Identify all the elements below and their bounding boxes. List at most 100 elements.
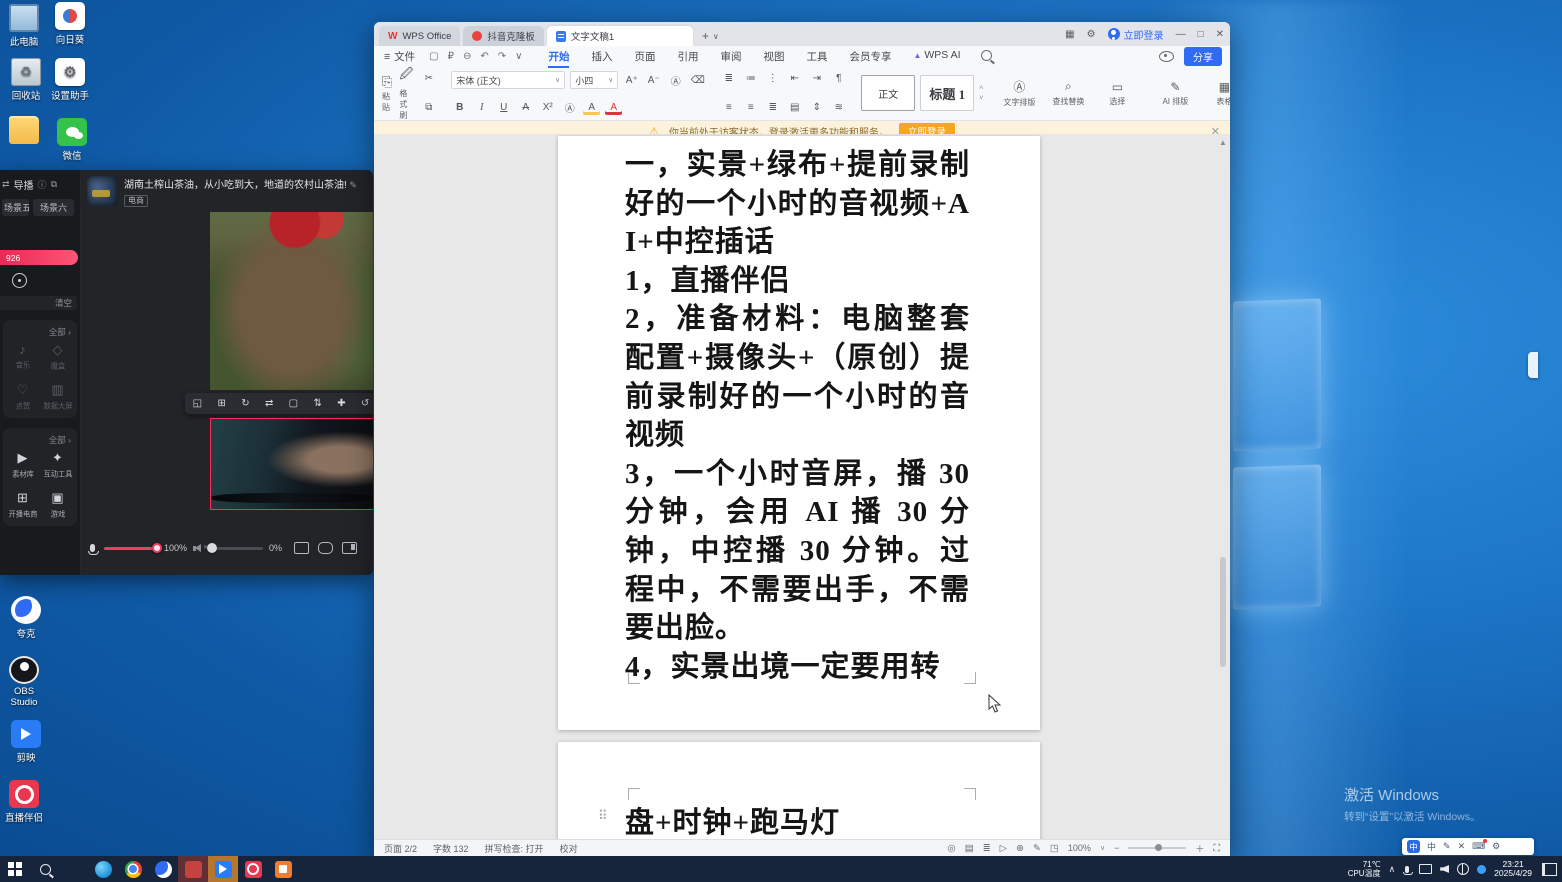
preview-canvas[interactable]: ◱ ⊞ ↻ ⇄ ▢ ⇅ ✚ ↺ bbox=[81, 210, 373, 523]
speaker-volume-slider[interactable] bbox=[209, 547, 263, 550]
alignment-button[interactable]: ≡ bbox=[720, 100, 737, 115]
share-button[interactable]: 分享 bbox=[1184, 47, 1222, 66]
desktop-icon-jianying[interactable]: 剪映 bbox=[2, 720, 50, 764]
status-proofread[interactable]: 校对 bbox=[560, 842, 578, 855]
quick-access-icon[interactable]: ↷ bbox=[498, 51, 506, 62]
notification-center-icon[interactable] bbox=[1542, 863, 1557, 876]
zoom-slider[interactable] bbox=[1128, 847, 1186, 850]
document-page-1[interactable]: 一，实景+绿布+提前录制好的一个小时的音视频+AI+中控插话1，直播伴侣2，准备… bbox=[558, 136, 1040, 730]
video-source-top[interactable] bbox=[210, 212, 373, 390]
ribbon-menu-item[interactable]: 工具 bbox=[806, 49, 827, 64]
quick-access-icon[interactable]: ∨ bbox=[515, 51, 522, 62]
alignment-button[interactable]: ▤ bbox=[786, 100, 803, 115]
scrollbar-thumb[interactable] bbox=[1220, 557, 1226, 667]
crop-tool-icon[interactable]: ↻ bbox=[241, 398, 249, 409]
stream-tool[interactable]: ♪ 音乐 bbox=[5, 342, 40, 372]
ribbon-menu-item[interactable]: 插入 bbox=[591, 49, 612, 64]
speaker-muted-icon[interactable] bbox=[193, 544, 203, 553]
ime-tool-icon[interactable]: ✎ bbox=[1443, 841, 1451, 852]
crop-tool-icon[interactable]: ↺ bbox=[361, 398, 369, 409]
settings-gear-icon[interactable]: ⚙ bbox=[1087, 29, 1096, 40]
document-paragraph[interactable]: 盘+时钟+跑马灯 bbox=[625, 804, 970, 840]
stream-tool[interactable]: ▶ 素材库 bbox=[5, 450, 40, 480]
alignment-button[interactable]: ⇕ bbox=[808, 100, 825, 115]
ribbon-menu-item[interactable]: 引用 bbox=[677, 49, 698, 64]
toolbar-labeled-button[interactable]: ▭ 选择 bbox=[1095, 80, 1139, 107]
layout-icon[interactable]: ▦ bbox=[1065, 29, 1074, 40]
menu-search[interactable] bbox=[981, 50, 992, 64]
section-all-link[interactable]: 全部 › bbox=[5, 324, 75, 342]
ribbon-menu-item[interactable]: 视图 bbox=[763, 49, 784, 64]
cut-button[interactable]: ✂ bbox=[420, 71, 437, 86]
crop-tool-icon[interactable]: ⇄ bbox=[265, 398, 273, 409]
quick-access-icon[interactable]: ₽ bbox=[448, 51, 454, 62]
ime-logo[interactable]: 中 bbox=[1407, 840, 1420, 853]
close-button[interactable]: ✕ bbox=[1216, 29, 1224, 40]
font-style-button[interactable]: B bbox=[451, 100, 468, 115]
taskbar-chrome[interactable] bbox=[118, 856, 148, 882]
list-indent-button[interactable]: ⇥ bbox=[808, 71, 825, 86]
quick-access-icon[interactable]: ▢ bbox=[429, 51, 438, 62]
list-indent-button[interactable]: ⋮ bbox=[764, 71, 781, 86]
tab-wps-home[interactable]: W WPS Office bbox=[379, 26, 460, 46]
desktop-icon-recycle-bin[interactable]: ♻ 回收站 bbox=[2, 58, 50, 102]
list-indent-button[interactable]: ¶ bbox=[830, 71, 847, 86]
start-button[interactable] bbox=[0, 856, 30, 882]
style-normal[interactable]: 正文 bbox=[861, 75, 915, 111]
document-scrollbar[interactable]: ▲ bbox=[1218, 138, 1228, 836]
alignment-button[interactable]: ≣ bbox=[764, 100, 781, 115]
crop-tool-icon[interactable]: ▢ bbox=[289, 398, 298, 409]
quick-access-icon[interactable]: ↶ bbox=[480, 51, 488, 62]
tray-mic-icon[interactable] bbox=[1405, 866, 1409, 873]
desktop-icon-folder[interactable] bbox=[0, 116, 48, 146]
paste-button[interactable]: ⎘ 粘贴 bbox=[382, 71, 392, 115]
tray-bluetooth-dot-icon[interactable] bbox=[1477, 865, 1486, 874]
document-paragraph[interactable]: 一，实景+绿布+提前录制好的一个小时的音视频+AI+中控插话 bbox=[625, 146, 970, 262]
stream-tool[interactable]: ⊞ 开播电商 bbox=[5, 490, 40, 520]
document-paragraph[interactable]: 2，准备材料：电脑整套配置+摄像头+（原创）提前录制好的一个小时的音视频 bbox=[625, 300, 970, 454]
crop-tool-icon[interactable]: ⊞ bbox=[217, 398, 225, 409]
copy-button[interactable]: ⧉ bbox=[420, 100, 437, 115]
font-style-button[interactable]: A bbox=[583, 100, 600, 115]
document-paragraph[interactable]: 4，实景出境一定要用转 bbox=[625, 648, 970, 687]
eye-protect-icon[interactable] bbox=[1159, 51, 1174, 62]
microphone-icon[interactable] bbox=[90, 544, 95, 552]
font-name-select[interactable]: 宋体 (正文)∨ bbox=[451, 71, 565, 89]
scene-tab-partial[interactable]: 场景五 bbox=[2, 199, 29, 216]
tray-display-icon[interactable] bbox=[1419, 864, 1432, 874]
crop-tool-icon[interactable]: ⇅ bbox=[313, 398, 321, 409]
toolbar-labeled-button[interactable]: ▦ 表格 bbox=[1202, 80, 1230, 107]
tab-list-caret[interactable]: ∨ bbox=[713, 32, 719, 41]
stream-tool[interactable]: ▥ 数据大屏 bbox=[40, 382, 75, 412]
toolbar-labeled-button[interactable]: ✎ AI 排版 bbox=[1153, 80, 1197, 107]
font-style-button[interactable]: X² bbox=[539, 100, 556, 115]
scene-tab[interactable]: 场景六 bbox=[33, 199, 74, 216]
view-mode-icon[interactable]: ≣ bbox=[983, 843, 991, 854]
zoom-out-button[interactable]: − bbox=[1114, 843, 1119, 853]
ime-tool-icon[interactable]: ⚙ bbox=[1492, 841, 1500, 852]
stream-cover-thumbnail[interactable] bbox=[87, 176, 117, 206]
director-label[interactable]: 导播 bbox=[14, 177, 34, 192]
crop-tool-icon[interactable]: ◱ bbox=[193, 398, 202, 409]
alignment-button[interactable]: ≡ bbox=[742, 100, 759, 115]
ribbon-menu-item[interactable]: 会员专享 bbox=[849, 49, 891, 64]
zoom-in-button[interactable]: ＋ bbox=[1195, 842, 1204, 855]
list-indent-button[interactable]: ≣ bbox=[720, 71, 737, 86]
view-mode-icon[interactable]: ▤ bbox=[965, 843, 974, 854]
zoom-caret[interactable]: ∨ bbox=[1100, 844, 1105, 852]
taskbar-live-companion-active[interactable] bbox=[208, 856, 238, 882]
ime-tool-icon[interactable]: 中 bbox=[1427, 840, 1436, 853]
ribbon-menu-item[interactable]: 页面 bbox=[634, 49, 655, 64]
tab-document-2[interactable]: 抖音克隆板 bbox=[463, 26, 544, 46]
taskbar-quark[interactable] bbox=[148, 856, 178, 882]
font-style-button[interactable]: A bbox=[605, 100, 622, 115]
maximize-button[interactable]: □ bbox=[1198, 29, 1204, 40]
desktop-icon-this-pc[interactable]: 此电脑 bbox=[0, 4, 48, 48]
font-size-select[interactable]: 小四∨ bbox=[570, 71, 618, 89]
tray-speaker-icon[interactable] bbox=[1440, 865, 1449, 873]
swap-icon[interactable]: ⇄ bbox=[2, 179, 10, 190]
desktop-icon-wechat[interactable]: 微信 bbox=[48, 118, 96, 162]
font-tool-button[interactable]: Ⓐ bbox=[667, 73, 684, 88]
document-page-2[interactable]: ⠿ 盘+时钟+跑马灯 bbox=[558, 742, 1040, 840]
crop-tool-icon[interactable]: ✚ bbox=[337, 398, 345, 409]
